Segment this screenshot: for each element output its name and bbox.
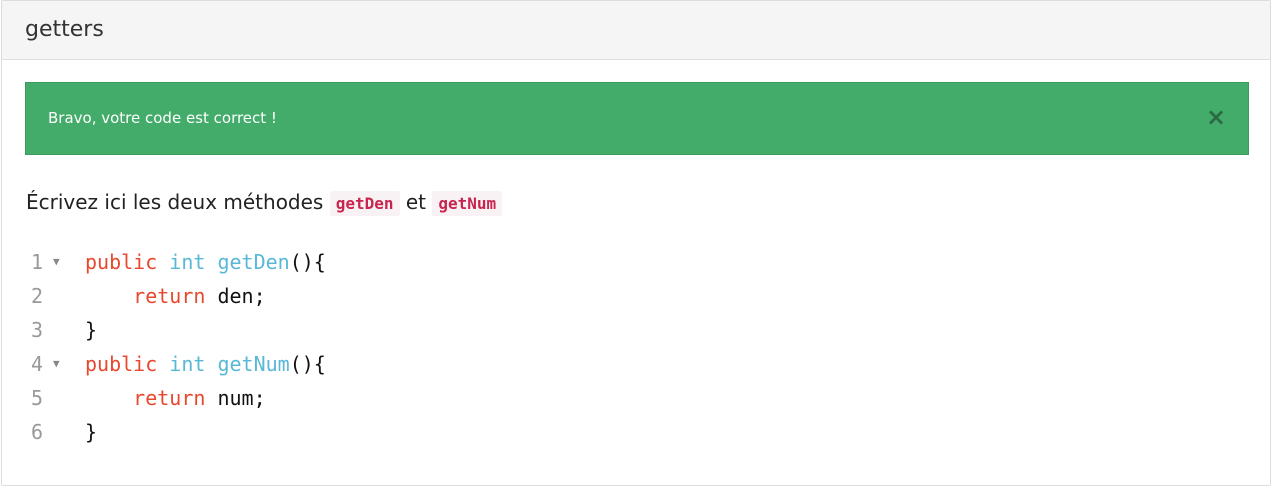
line-number: 3 <box>30 318 43 342</box>
type-token: int <box>169 250 206 274</box>
plain-token: (){ <box>289 352 326 376</box>
close-icon[interactable]: × <box>1206 105 1226 129</box>
code-text: } <box>85 313 97 347</box>
type-token: int <box>169 352 206 376</box>
line-number: 2 <box>30 284 43 308</box>
keyword-token: return <box>133 386 206 410</box>
line-number: 6 <box>30 420 43 444</box>
success-alert: Bravo, votre code est correct ! × <box>25 82 1249 155</box>
plain-token: (){ <box>289 250 326 274</box>
plain-token: } <box>85 420 98 444</box>
line-number: 4 <box>30 352 43 376</box>
code-line[interactable]: 3} <box>25 313 1249 347</box>
function-name-token: getDen <box>217 250 290 274</box>
code-text: public int getNum(){ <box>85 347 326 381</box>
code-text: public int getDen(){ <box>85 245 326 279</box>
code-line[interactable]: 1 ▼ public int getDen(){ <box>25 245 1249 279</box>
code-line[interactable]: 4 ▼ public int getNum(){ <box>25 347 1249 381</box>
inline-code-getnum: getNum <box>432 191 503 216</box>
code-line[interactable]: 6} <box>25 415 1249 449</box>
instruction-before: Écrivez ici les deux méthodes <box>26 190 324 214</box>
line-number: 5 <box>30 386 43 410</box>
instruction-text: Écrivez ici les deux méthodes getDen et … <box>26 187 503 219</box>
inline-code-getden: getDen <box>329 191 400 216</box>
code-text: return num; <box>85 381 266 415</box>
plain-token: den; <box>205 284 266 308</box>
panel-title: getters <box>25 17 104 42</box>
code-editor[interactable]: 1 ▼ public int getDen(){2 return den; 3} 4 ▼ p… <box>25 245 1249 455</box>
plain-token: num; <box>205 386 266 410</box>
panel-header: getters <box>2 1 1270 60</box>
code-line[interactable]: 5 return num; <box>25 381 1249 415</box>
instruction-between: et <box>405 190 427 214</box>
keyword-token: public <box>85 352 158 376</box>
code-text: } <box>85 415 97 449</box>
keyword-token: public <box>85 250 158 274</box>
exercise-panel: getters Bravo, votre code est correct ! … <box>1 0 1271 486</box>
keyword-token: return <box>133 284 206 308</box>
plain-token: } <box>85 318 98 342</box>
fold-arrow-icon[interactable]: ▼ <box>53 245 60 279</box>
alert-message: Bravo, votre code est correct ! <box>48 109 277 127</box>
line-number: 1 <box>30 250 43 274</box>
function-name-token: getNum <box>217 352 290 376</box>
code-line[interactable]: 2 return den; <box>25 279 1249 313</box>
code-text: return den; <box>85 279 266 313</box>
fold-arrow-icon[interactable]: ▼ <box>53 347 60 381</box>
